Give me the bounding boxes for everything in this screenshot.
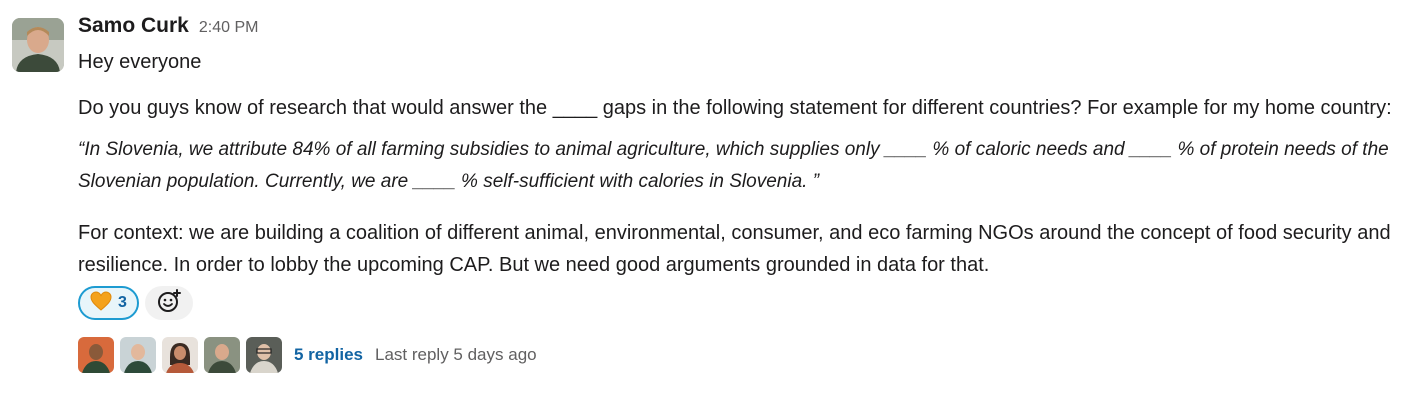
reaction-orange-heart[interactable]: 3 [78, 286, 139, 320]
author-avatar[interactable] [12, 18, 64, 72]
message-timestamp[interactable]: 2:40 PM [199, 19, 259, 37]
reactions-bar: 3 [78, 285, 1393, 321]
message-content: Samo Curk 2:40 PM Hey everyone Do you gu… [78, 14, 1393, 373]
replies-link[interactable]: 5 replies [294, 345, 363, 365]
message-item: Samo Curk 2:40 PM Hey everyone Do you gu… [0, 0, 1401, 412]
reply-avatar [120, 337, 156, 373]
last-reply-info: Last reply 5 days ago [375, 345, 537, 364]
reply-avatar [204, 337, 240, 373]
reaction-count: 3 [118, 294, 127, 311]
reply-avatars [78, 337, 282, 373]
message-greeting: Hey everyone [78, 51, 202, 73]
thread-replies-bar[interactable]: 5 replies Last reply 5 days ago [78, 337, 1393, 373]
reply-avatar [162, 337, 198, 373]
author-name[interactable]: Samo Curk [78, 14, 189, 38]
message-paragraph: For context: we are building a coalition… [78, 222, 1391, 276]
message-header: Samo Curk 2:40 PM [78, 14, 1393, 46]
message-quote: “In Slovenia, we attribute 84% of all fa… [78, 139, 1389, 192]
message-paragraph: Do you guys know of research that would … [78, 97, 1392, 119]
add-emoji-icon [156, 288, 182, 319]
reply-avatar [246, 337, 282, 373]
add-reaction-button[interactable] [144, 286, 193, 320]
orange-heart-icon [90, 291, 112, 315]
reply-avatar [78, 337, 114, 373]
